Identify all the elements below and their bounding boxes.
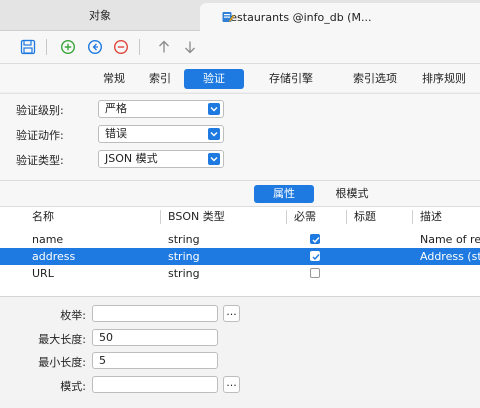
max-length-field[interactable]: 50	[92, 329, 218, 346]
toolbar	[0, 31, 480, 64]
row-bson-type: string	[168, 250, 200, 263]
column-divider[interactable]	[160, 210, 161, 224]
table-row[interactable]: URL string	[0, 265, 480, 282]
toolbar-divider	[139, 39, 140, 55]
arrow-down-icon[interactable]	[180, 37, 200, 57]
schema-view-toggle: 属性 根模式	[0, 180, 480, 207]
validation-action-label: 验证动作:	[16, 129, 64, 142]
column-header-required[interactable]: 必需	[294, 207, 316, 227]
tab-storage-engine[interactable]: 存储引擎	[256, 69, 326, 89]
tab-general[interactable]: 常规	[92, 69, 136, 89]
row-name: URL	[32, 267, 54, 280]
save-icon[interactable]	[18, 37, 38, 57]
tab-root-schema[interactable]: 根模式	[322, 185, 382, 203]
tab-index-options[interactable]: 索引选项	[340, 69, 410, 89]
column-header-bson-type[interactable]: BSON 类型	[168, 207, 225, 227]
row-name: address	[32, 250, 76, 263]
column-header-description[interactable]: 描述	[420, 207, 442, 227]
row-title	[354, 265, 408, 282]
max-length-label: 最大长度:	[38, 333, 86, 346]
column-divider[interactable]	[286, 210, 287, 224]
validation-settings: 验证级别: 严格 验证动作: 错误 验证类型: JSON 模式	[0, 93, 480, 180]
properties-table: 名称 BSON 类型 必需 标题 描述 name string Name of …	[0, 206, 480, 297]
row-description: Name of resta	[420, 233, 480, 246]
pattern-browse-button[interactable]: ...	[223, 376, 240, 393]
row-description: Address (strin	[420, 250, 480, 263]
chevron-down-icon	[208, 103, 220, 115]
validation-level-select[interactable]: 严格	[98, 100, 224, 118]
row-bson-type: string	[168, 267, 200, 280]
remove-icon[interactable]	[111, 37, 131, 57]
validation-action-select[interactable]: 错误	[98, 125, 224, 143]
row-name: name	[32, 233, 64, 246]
toolbar-divider	[46, 39, 47, 55]
chevron-down-icon	[208, 128, 220, 140]
required-checkbox[interactable]	[310, 234, 320, 244]
validation-action-value: 错误	[105, 127, 127, 140]
validation-type-value: JSON 模式	[105, 152, 158, 165]
tab-validation[interactable]: 验证	[184, 69, 244, 89]
table-row[interactable]: name string Name of resta	[0, 231, 480, 248]
tab-objects[interactable]: 对象	[0, 0, 200, 30]
row-description	[420, 265, 480, 282]
column-header-name[interactable]: 名称	[32, 207, 54, 227]
pattern-label: 模式:	[60, 380, 86, 393]
column-divider[interactable]	[412, 210, 413, 224]
add-icon[interactable]	[58, 37, 78, 57]
tab-properties[interactable]: 属性	[254, 185, 314, 203]
column-header-title[interactable]: 标题	[354, 207, 376, 227]
enum-label: 枚举:	[60, 309, 86, 322]
row-title	[354, 231, 408, 248]
min-length-field[interactable]: 5	[92, 352, 218, 369]
validation-type-label: 验证类型:	[16, 154, 64, 167]
validation-level-label: 验证级别:	[16, 104, 64, 117]
tab-restaurants-collection[interactable]: restaurants @info_db (M...	[200, 3, 480, 31]
column-divider[interactable]	[346, 210, 347, 224]
table-row-selected[interactable]: address string Address (strin	[0, 248, 480, 265]
arrow-up-icon[interactable]	[154, 37, 174, 57]
pattern-field[interactable]	[92, 376, 218, 393]
tab-restaurants-label: restaurants @info_db (M...	[226, 10, 372, 24]
collection-edit-icon	[222, 11, 234, 23]
required-checkbox[interactable]	[310, 268, 320, 278]
required-checkbox[interactable]	[310, 251, 320, 261]
property-details: 枚举: ... 最大长度: 50 最小长度: 5 模式: ...	[0, 296, 480, 408]
chevron-down-icon	[208, 153, 220, 165]
enum-browse-button[interactable]: ...	[223, 305, 240, 322]
back-icon[interactable]	[85, 37, 105, 57]
validation-level-value: 严格	[105, 102, 127, 115]
tab-objects-label: 对象	[89, 9, 111, 22]
min-length-label: 最小长度:	[38, 356, 86, 369]
tab-collation[interactable]: 排序规则	[414, 69, 474, 89]
row-title	[354, 248, 408, 265]
section-tabs: 常规 索引 验证 存储引擎 索引选项 排序规则	[0, 64, 480, 92]
validation-type-select[interactable]: JSON 模式	[98, 150, 224, 168]
tab-indexes[interactable]: 索引	[138, 69, 182, 89]
row-bson-type: string	[168, 233, 200, 246]
enum-field[interactable]	[92, 305, 218, 322]
